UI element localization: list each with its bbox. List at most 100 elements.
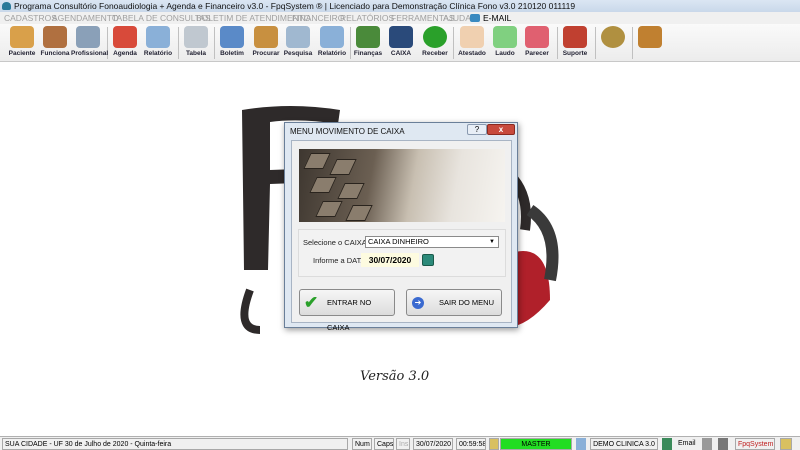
toolbar-button-pesquisa[interactable]: Pesquisa (281, 26, 315, 62)
toolbar-button-laudo[interactable]: Laudo (488, 26, 522, 62)
printer-icon[interactable] (702, 438, 712, 450)
toolbar-button-caixa[interactable]: CAIXA (384, 26, 418, 62)
toolbar-button-suporte[interactable]: Suporte (558, 26, 592, 62)
toolbar-label: Parecer (525, 50, 549, 57)
toolbar-separator (453, 27, 454, 59)
dollar-icon (423, 26, 447, 48)
status-bar: SUA CIDADE - UF 30 de Julho de 2020 - Qu… (0, 436, 800, 450)
status-user: MASTER (500, 438, 572, 450)
date-label: Informe a DATA (313, 256, 366, 265)
menu-relatorios[interactable]: RELATÓRIOS (340, 12, 394, 24)
bulletin-icon (220, 26, 244, 48)
toolbar-label: Profissional (71, 50, 109, 57)
status-caps: Caps (374, 438, 394, 450)
exit-menu-button[interactable]: ➔ SAIR DO MENU (406, 289, 502, 316)
toolbar-button-exit[interactable] (633, 26, 667, 62)
toolbar-label: Relatório (317, 50, 347, 57)
report-icon (493, 26, 517, 48)
status-num: Num (352, 438, 372, 450)
certificate-icon (460, 26, 484, 48)
cash-movement-dialog: MENU MOVIMENTO DE CAIXA ? x Selecione o … (284, 122, 518, 332)
toolbar: Paciente Funciona Profissional Agenda Relató… (0, 24, 800, 62)
status-ins: Ins (396, 438, 410, 450)
search-icon (286, 26, 310, 48)
select-caixa-label: Selecione o CAIXA (303, 238, 367, 247)
toolbar-label: CAIXA (390, 50, 412, 57)
company-icon (576, 438, 586, 450)
calculator-icon[interactable] (718, 438, 728, 450)
toolbar-label: Procurar (252, 50, 280, 57)
toolbar-button-atestado[interactable]: Atestado (455, 26, 489, 62)
toolbar-button-finan-as[interactable]: Finanças (351, 26, 385, 62)
exit-menu-label: SAIR DO MENU (439, 298, 495, 307)
toolbar-label: Suporte (562, 50, 588, 57)
caixa-select-value: CAIXA DINHEIRO (368, 237, 429, 246)
toolbar-button-profissional[interactable]: Profissional (71, 26, 109, 62)
arrow-right-icon: ➔ (412, 297, 424, 309)
toolbar-button-paciente[interactable]: Paciente (5, 26, 39, 62)
date-field[interactable]: 30/07/2020 (361, 253, 419, 267)
title-bar: Programa Consultório Fonoaudiologia + Ag… (0, 0, 800, 12)
info-icon (780, 438, 792, 450)
toolbar-label: Laudo (495, 50, 515, 57)
user-icon (489, 438, 499, 450)
opinion-icon (525, 26, 549, 48)
form-group: Selecione o CAIXA CAIXA DINHEIRO ▼ Inform… (298, 229, 506, 277)
dialog-title: MENU MOVIMENTO DE CAIXA (290, 127, 405, 136)
chevron-down-icon: ▼ (489, 239, 495, 245)
status-city: SUA CIDADE - UF 30 de Julho de 2020 - Qu… (2, 438, 348, 450)
toolbar-label: Atestado (458, 50, 486, 57)
toolbar-label: Pesquisa (283, 50, 313, 57)
toolbar-button-coin[interactable] (596, 26, 630, 62)
menu-cadastros[interactable]: CADASTROS (4, 12, 57, 24)
checkmark-icon: ✔ (304, 293, 319, 312)
caixa-select[interactable]: CAIXA DINHEIRO ▼ (365, 236, 499, 248)
version-label: Versão 3.0 (360, 369, 430, 384)
status-brand: FpqSystem (735, 438, 775, 450)
email-icon (470, 14, 480, 22)
toolbar-button-tabela[interactable]: Tabela (179, 26, 213, 62)
printer-icon (320, 26, 344, 48)
toolbar-label: Boletim (220, 50, 244, 57)
toolbar-button-relat-rio[interactable]: Relatório (141, 26, 175, 62)
enter-cash-button[interactable]: ✔ ENTRAR NO CAIXA (299, 289, 395, 332)
toolbar-label: Funciona (40, 50, 70, 57)
patient-icon (10, 26, 34, 48)
toolbar-label: Finanças (353, 50, 383, 57)
calendar-icon[interactable] (422, 254, 434, 266)
status-time: 00:59:58 (456, 438, 486, 450)
toolbar-label: Paciente (8, 50, 36, 57)
toolbar-button-agenda[interactable]: Agenda (108, 26, 142, 62)
printer-icon (146, 26, 170, 48)
exit-icon (638, 26, 662, 48)
calendar-icon (113, 26, 137, 48)
support-icon (563, 26, 587, 48)
folder-icon (254, 26, 278, 48)
status-company: DEMO CLINICA 3.0 (590, 438, 658, 450)
toolbar-button-relat-rio[interactable]: Relatório (315, 26, 349, 62)
employee-icon (43, 26, 67, 48)
email-status-icon[interactable] (662, 438, 672, 450)
toolbar-button-boletim[interactable]: Boletim (215, 26, 249, 62)
toolbar-label: Tabela (185, 50, 207, 57)
menu-agendamento[interactable]: AGENDAMENTO (52, 12, 118, 24)
status-email[interactable]: Email (676, 438, 698, 450)
finance-icon (356, 26, 380, 48)
close-button[interactable]: x (487, 124, 515, 135)
help-button[interactable]: ? (467, 124, 487, 135)
toolbar-label: Receber (422, 50, 448, 57)
toolbar-button-procurar[interactable]: Procurar (249, 26, 283, 62)
dialog-body: Selecione o CAIXA CAIXA DINHEIRO ▼ Inform… (291, 140, 512, 332)
menu-email[interactable]: E-MAIL (483, 12, 511, 24)
menu-ajuda[interactable]: AJUDA (443, 12, 471, 24)
menu-bar: CADASTROS AGENDAMENTO TABELA DE CONSULTA… (0, 12, 800, 24)
app-icon (2, 2, 11, 10)
toolbar-button-funciona[interactable]: Funciona (38, 26, 72, 62)
calculator-banner-image (299, 149, 505, 222)
menu-financeiro[interactable]: FINANCEIRO (292, 12, 344, 24)
doctor-icon (76, 26, 100, 48)
toolbar-button-receber[interactable]: Receber (418, 26, 452, 62)
toolbar-button-parecer[interactable]: Parecer (520, 26, 554, 62)
cashbook-icon (389, 26, 413, 48)
toolbar-label: Agenda (113, 50, 137, 57)
